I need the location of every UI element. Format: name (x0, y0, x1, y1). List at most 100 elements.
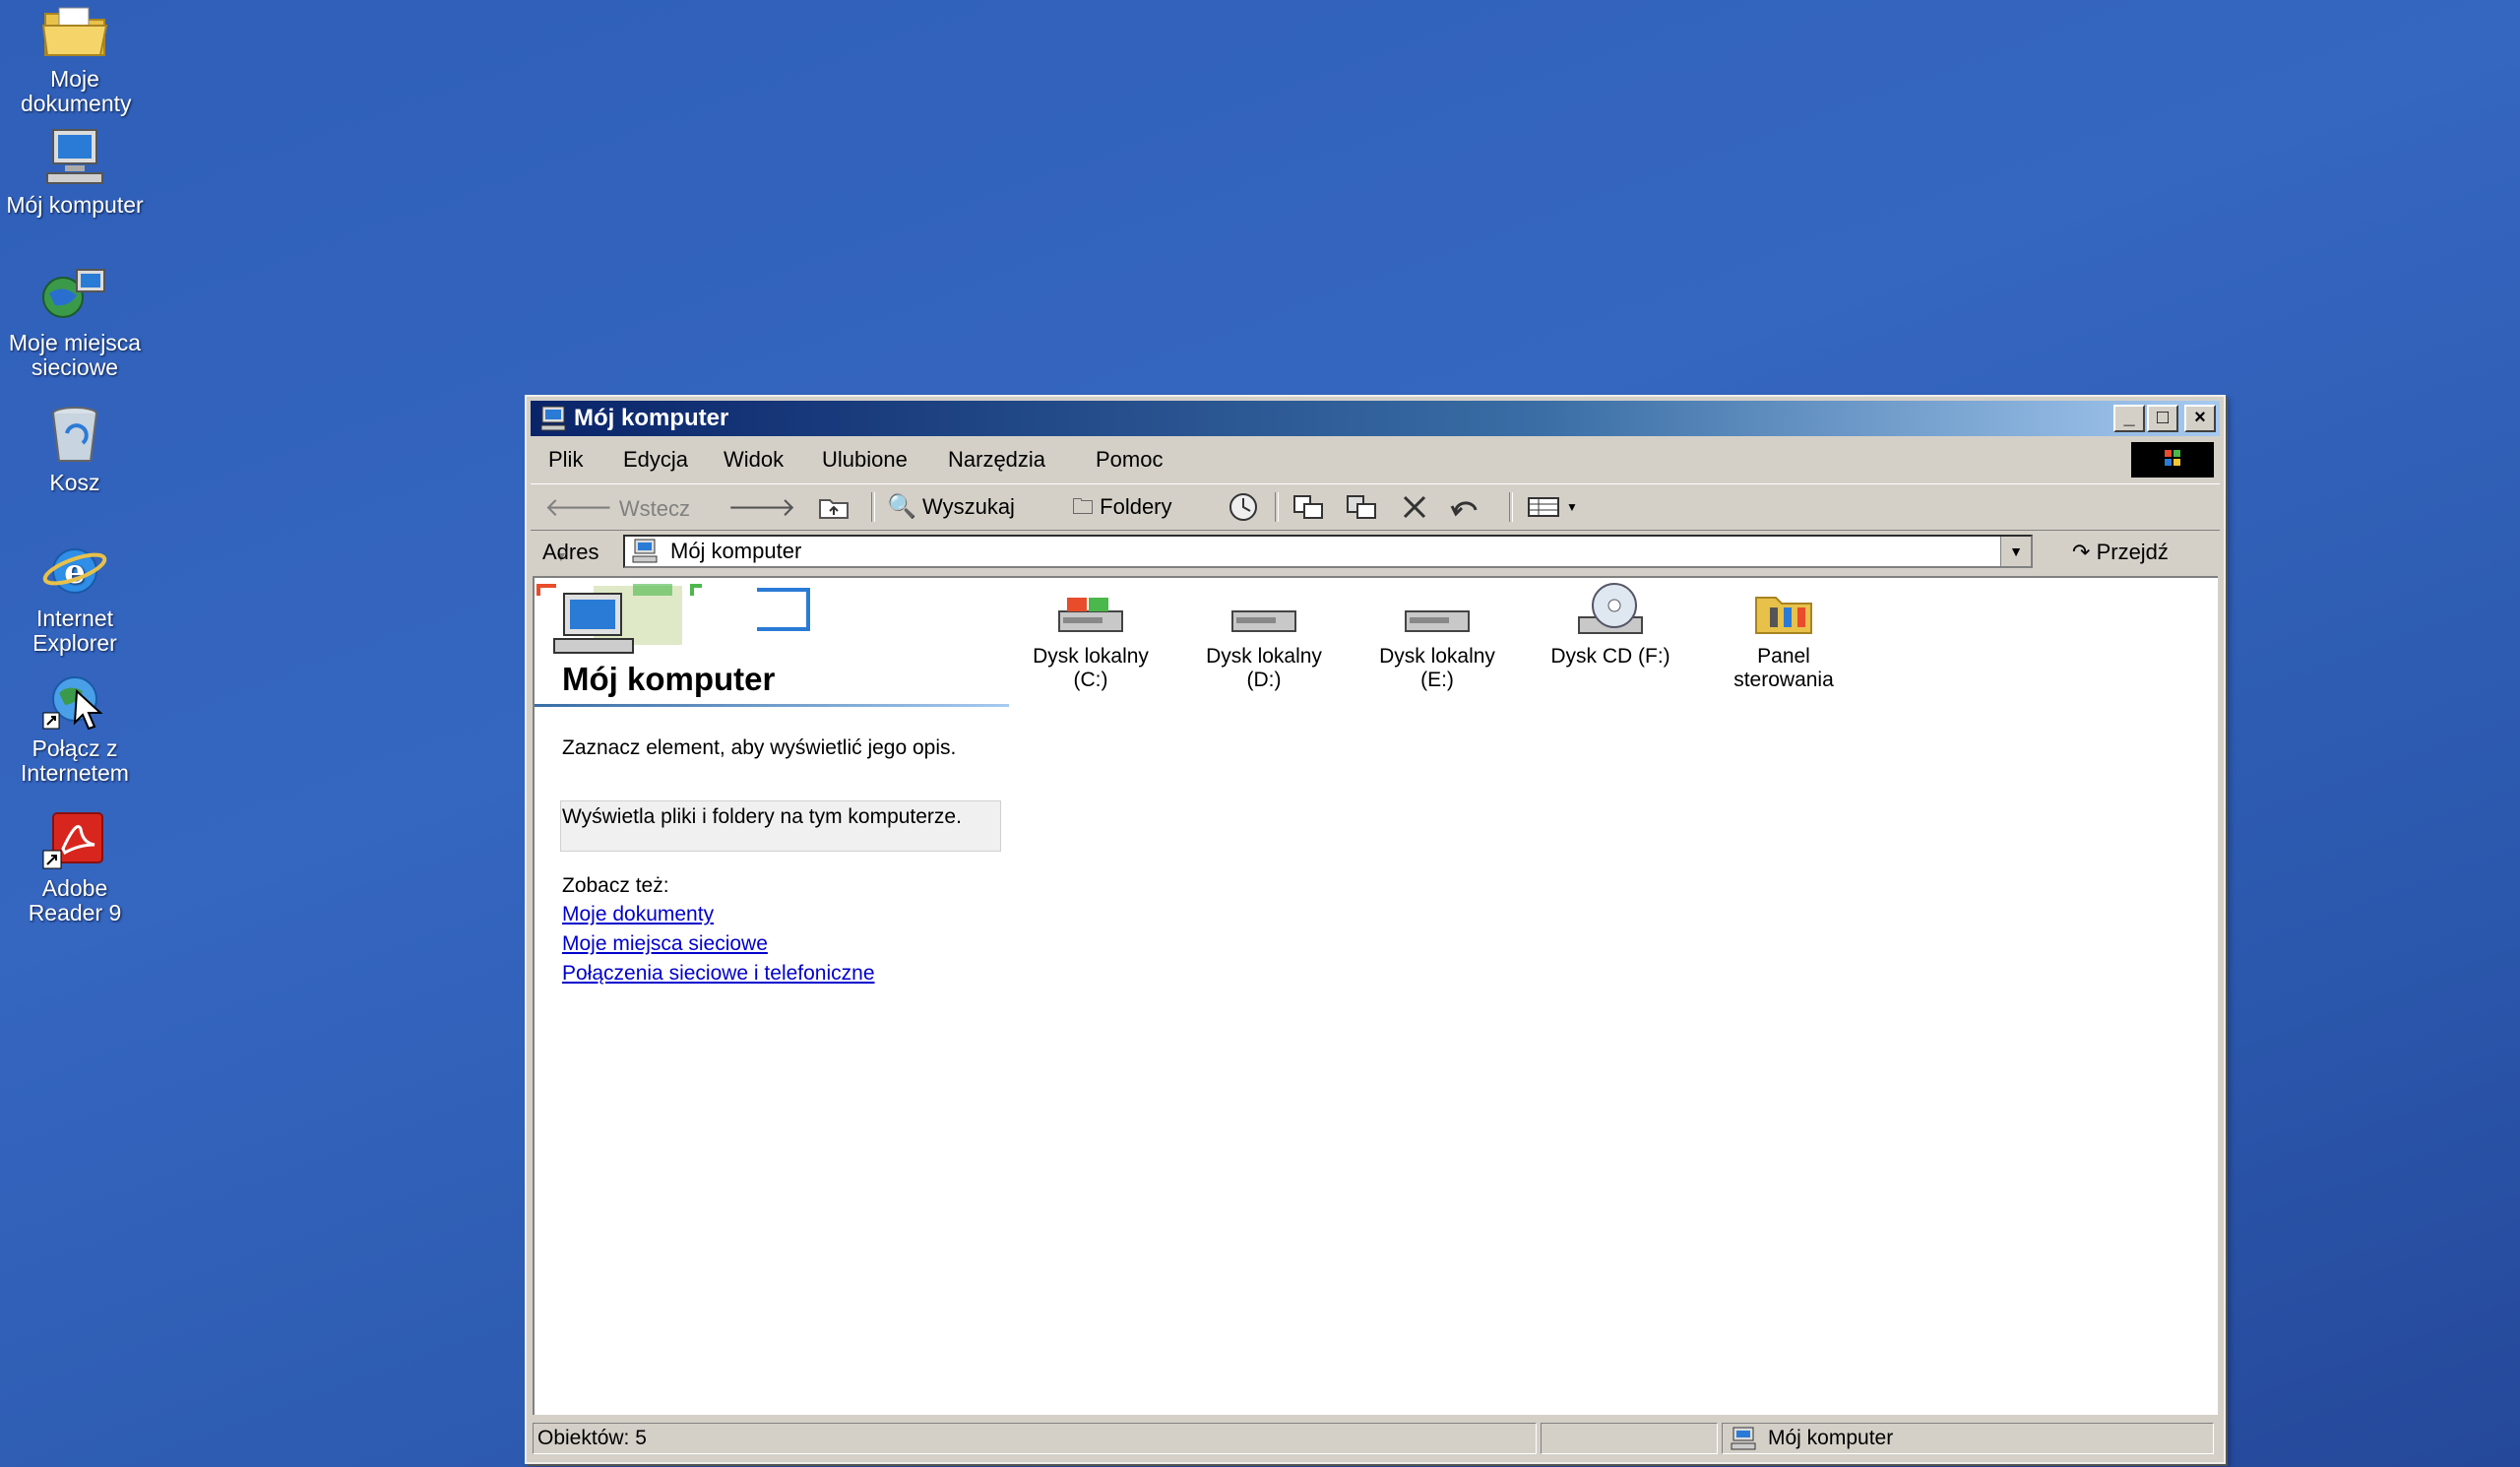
go-button[interactable]: ↷ Przejdź (2072, 531, 2200, 574)
pane-divider (535, 704, 1009, 707)
desktop-icon-recycle-bin[interactable]: Kosz (0, 404, 150, 495)
address-value: Mój komputer (670, 539, 802, 563)
up-folder-button[interactable] (816, 484, 855, 530)
desktop-icon-label: Połącz z Internetem (21, 735, 129, 786)
see-also-label: Zobacz też: (562, 874, 669, 897)
views-icon (1528, 497, 1559, 517)
toolbar-separator (871, 492, 875, 522)
copy-to-button[interactable] (1342, 484, 1385, 530)
history-button[interactable] (1224, 484, 1263, 530)
toolbar-separator (1275, 492, 1279, 522)
drive-d[interactable]: Dysk lokalny (D:) (1180, 588, 1348, 692)
chevron-down-icon: ▼ (2009, 543, 2023, 559)
delete-button[interactable] (1397, 484, 1436, 530)
folders-button[interactable]: 🗀 Foldery (1072, 484, 1210, 530)
menu-view[interactable]: Widok (724, 440, 784, 479)
hard-drive-icon (1231, 610, 1296, 632)
control-panel-icon (1755, 597, 1812, 634)
address-label: Adres (542, 540, 599, 564)
item-label-line1: Dysk lokalny (1033, 645, 1149, 668)
my-computer-banner-icon (536, 584, 810, 654)
computer-icon (540, 406, 566, 431)
pane-hint: Zaznacz element, aby wyświetlić jego opi… (562, 736, 957, 759)
adobe-reader-icon (42, 812, 103, 869)
status-empty-cell (1541, 1423, 1718, 1454)
move-to-button[interactable] (1289, 484, 1332, 530)
status-location-cell: Mój komputer (1722, 1423, 2214, 1454)
go-arrow-icon: ↷ (2072, 540, 2091, 564)
desktop-icon-label: Moje miejsca sieciowe (8, 330, 142, 380)
address-dropdown-button[interactable]: ▼ (2000, 537, 2031, 566)
desktop-icon-my-computer[interactable]: Mój komputer (0, 126, 150, 218)
desktop-icon-label: Kosz (49, 470, 100, 495)
drive-c[interactable]: Dysk lokalny (C:) (1007, 588, 1174, 692)
desktop-icon-connect-internet[interactable]: Połącz z Internetem (0, 670, 150, 786)
desktop-icon-label: Adobe Reader 9 (28, 875, 122, 925)
internet-explorer-icon: e (42, 548, 107, 594)
item-label-line1: Dysk lokalny (1379, 645, 1495, 668)
item-label-line2: (D:) (1246, 669, 1282, 691)
desktop-icon-my-documents[interactable]: Moje dokumenty (0, 0, 150, 116)
hard-drive-system-icon (1058, 598, 1123, 632)
undo-button[interactable] (1446, 484, 1489, 530)
address-bar: Adres Mój komputer ▼ ↷ Przejdź (531, 531, 2220, 574)
desktop-icon-adobe-reader[interactable]: Adobe Reader 9 (0, 809, 150, 925)
status-objects: Obiektów: 5 (537, 1427, 647, 1449)
computer-icon (632, 539, 658, 563)
menu-edit[interactable]: Edycja (623, 440, 688, 479)
undo-icon (1450, 501, 1478, 517)
info-pane: Mój komputer Zaznacz element, aby wyświe… (535, 578, 1009, 1415)
link-network-places[interactable]: Moje miejsca sieciowe (562, 932, 768, 956)
pane-title: Mój komputer (562, 661, 776, 697)
folders-label: Foldery (1100, 494, 1172, 519)
link-my-documents[interactable]: Moje dokumenty (562, 903, 714, 926)
minimize-button[interactable]: _ (2113, 405, 2145, 432)
link-network-connections[interactable]: Połączenia sieciowe i telefoniczne (562, 962, 875, 986)
item-label-line1: Dysk lokalny (1206, 645, 1322, 668)
desktop-icon-label: Internet Explorer (32, 606, 117, 656)
connect-internet-icon (42, 676, 103, 731)
toolbar: 🡐 Wstecz ▼ 🡒 ▼ 🔍 Wyszukaj 🗀 Foldery (531, 483, 2220, 564)
forward-button[interactable]: 🡒 ▼ (727, 484, 796, 564)
move-to-icon (1293, 495, 1323, 519)
desktop-icon-network-places[interactable]: Moje miejsca sieciowe (0, 264, 150, 380)
views-button[interactable]: ▼ (1525, 484, 1584, 530)
recycle-bin-icon (52, 407, 97, 462)
menu-favorites[interactable]: Ulubione (822, 440, 908, 479)
hard-drive-icon (1405, 610, 1470, 632)
item-label-line2: sterowania (1733, 669, 1834, 691)
desktop-icon-internet-explorer[interactable]: e Internet Explorer (0, 540, 150, 656)
search-button[interactable]: 🔍 Wyszukaj (887, 484, 1054, 530)
search-label: Wyszukaj (922, 494, 1015, 519)
menu-help[interactable]: Pomoc (1096, 440, 1163, 479)
folder-documents-icon (41, 7, 108, 56)
history-icon (1229, 493, 1257, 521)
status-objects-cell: Obiektów: 5 (533, 1423, 1537, 1454)
pane-description: Wyświetla pliki i foldery na tym kompute… (562, 805, 962, 828)
network-places-icon (42, 269, 105, 318)
back-button[interactable]: 🡐 Wstecz ▼ (544, 484, 702, 564)
title-bar[interactable]: Mój komputer _ □ × (531, 401, 2220, 436)
menu-file[interactable]: Plik (548, 440, 583, 479)
item-label-line1: Panel (1757, 645, 1810, 668)
search-icon: 🔍 (887, 493, 916, 520)
computer-icon (46, 129, 103, 184)
control-panel[interactable]: Panel sterowania (1700, 582, 1867, 692)
address-field[interactable]: Mój komputer ▼ (623, 535, 2033, 568)
copy-to-icon (1347, 495, 1376, 519)
item-label-line2: (E:) (1420, 669, 1454, 691)
menu-tools[interactable]: Narzędzia (948, 440, 1045, 479)
item-label-line2: (C:) (1073, 669, 1108, 691)
maximize-button[interactable]: □ (2147, 405, 2178, 432)
forward-arrow-icon: 🡒 (727, 492, 796, 522)
drive-e[interactable]: Dysk lokalny (E:) (1354, 588, 1521, 692)
close-button[interactable]: × (2184, 405, 2216, 432)
status-bar: Obiektów: 5 Mój komputer (531, 1419, 2220, 1458)
folders-icon: 🗀 (1072, 494, 1095, 519)
chevron-down-icon: ▼ (1566, 500, 1578, 514)
windows-logo-icon (2131, 442, 2214, 478)
folder-up-icon (819, 499, 849, 519)
status-location: Mój komputer (1768, 1427, 1894, 1449)
drive-f-cd[interactable]: Dysk CD (F:) (1527, 582, 1694, 669)
content-area: Mój komputer Zaznacz element, aby wyświe… (533, 576, 2218, 1415)
